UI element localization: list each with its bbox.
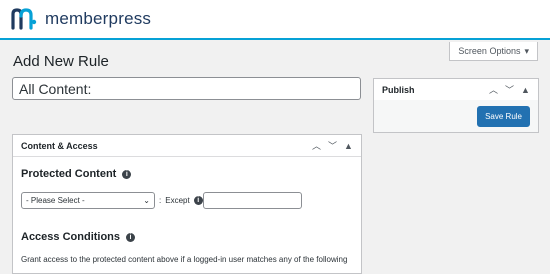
move-up-icon[interactable]: ︿ [312, 139, 321, 152]
memberpress-logo[interactable]: memberpress [11, 6, 151, 32]
memberpress-logo-icon [11, 8, 37, 30]
select-value: - Please Select - [26, 196, 85, 205]
except-input[interactable] [203, 192, 302, 209]
info-icon[interactable]: i [126, 232, 136, 242]
publish-box: Publish ︿ ﹀ ▲ Save Rule [373, 78, 539, 133]
access-conditions-description: Grant access to the protected content ab… [21, 255, 348, 264]
protected-content-label: Protected Content [21, 168, 117, 180]
access-conditions-label: Access Conditions [21, 231, 121, 243]
content-access-header: Content & Access ︿ ﹀ ▲ [13, 135, 361, 157]
chevron-down-icon: ⌄ [143, 196, 150, 205]
content-access-title: Content & Access [21, 140, 98, 151]
info-icon[interactable]: i [122, 169, 132, 179]
toggle-panel-icon[interactable]: ▲ [344, 141, 353, 151]
screen-options-label: Screen Options [458, 46, 521, 56]
publish-controls: ︿ ﹀ ▲ [489, 83, 530, 96]
brand-name: memberpress [45, 9, 152, 28]
content-access-box: Content & Access ︿ ﹀ ▲ Protected Content… [12, 134, 362, 274]
except-label: Except [165, 196, 190, 205]
publish-header: Publish ︿ ﹀ ▲ [374, 79, 538, 101]
toggle-panel-icon[interactable]: ▲ [521, 85, 530, 95]
top-bar: memberpress [0, 0, 550, 40]
move-up-icon[interactable]: ︿ [489, 83, 498, 96]
protected-content-select[interactable]: - Please Select - ⌄ [21, 192, 155, 209]
protected-content-heading: Protected Content i [21, 168, 132, 180]
content-access-controls: ︿ ﹀ ▲ [312, 139, 353, 152]
screen-options-button[interactable]: Screen Options ▾ [449, 42, 538, 61]
caret-down-icon: ▾ [524, 45, 529, 56]
move-down-icon[interactable]: ﹀ [505, 83, 514, 96]
move-down-icon[interactable]: ﹀ [328, 139, 337, 152]
info-icon[interactable]: i [193, 196, 203, 205]
access-conditions-heading: Access Conditions i [21, 231, 136, 243]
publish-title: Publish [382, 84, 415, 95]
save-rule-button[interactable]: Save Rule [477, 106, 530, 127]
page-title: Add New Rule [13, 53, 109, 70]
colon-separator: : [159, 196, 162, 205]
except-label-row: : Except i [159, 192, 203, 209]
rule-title-input[interactable] [12, 77, 361, 100]
